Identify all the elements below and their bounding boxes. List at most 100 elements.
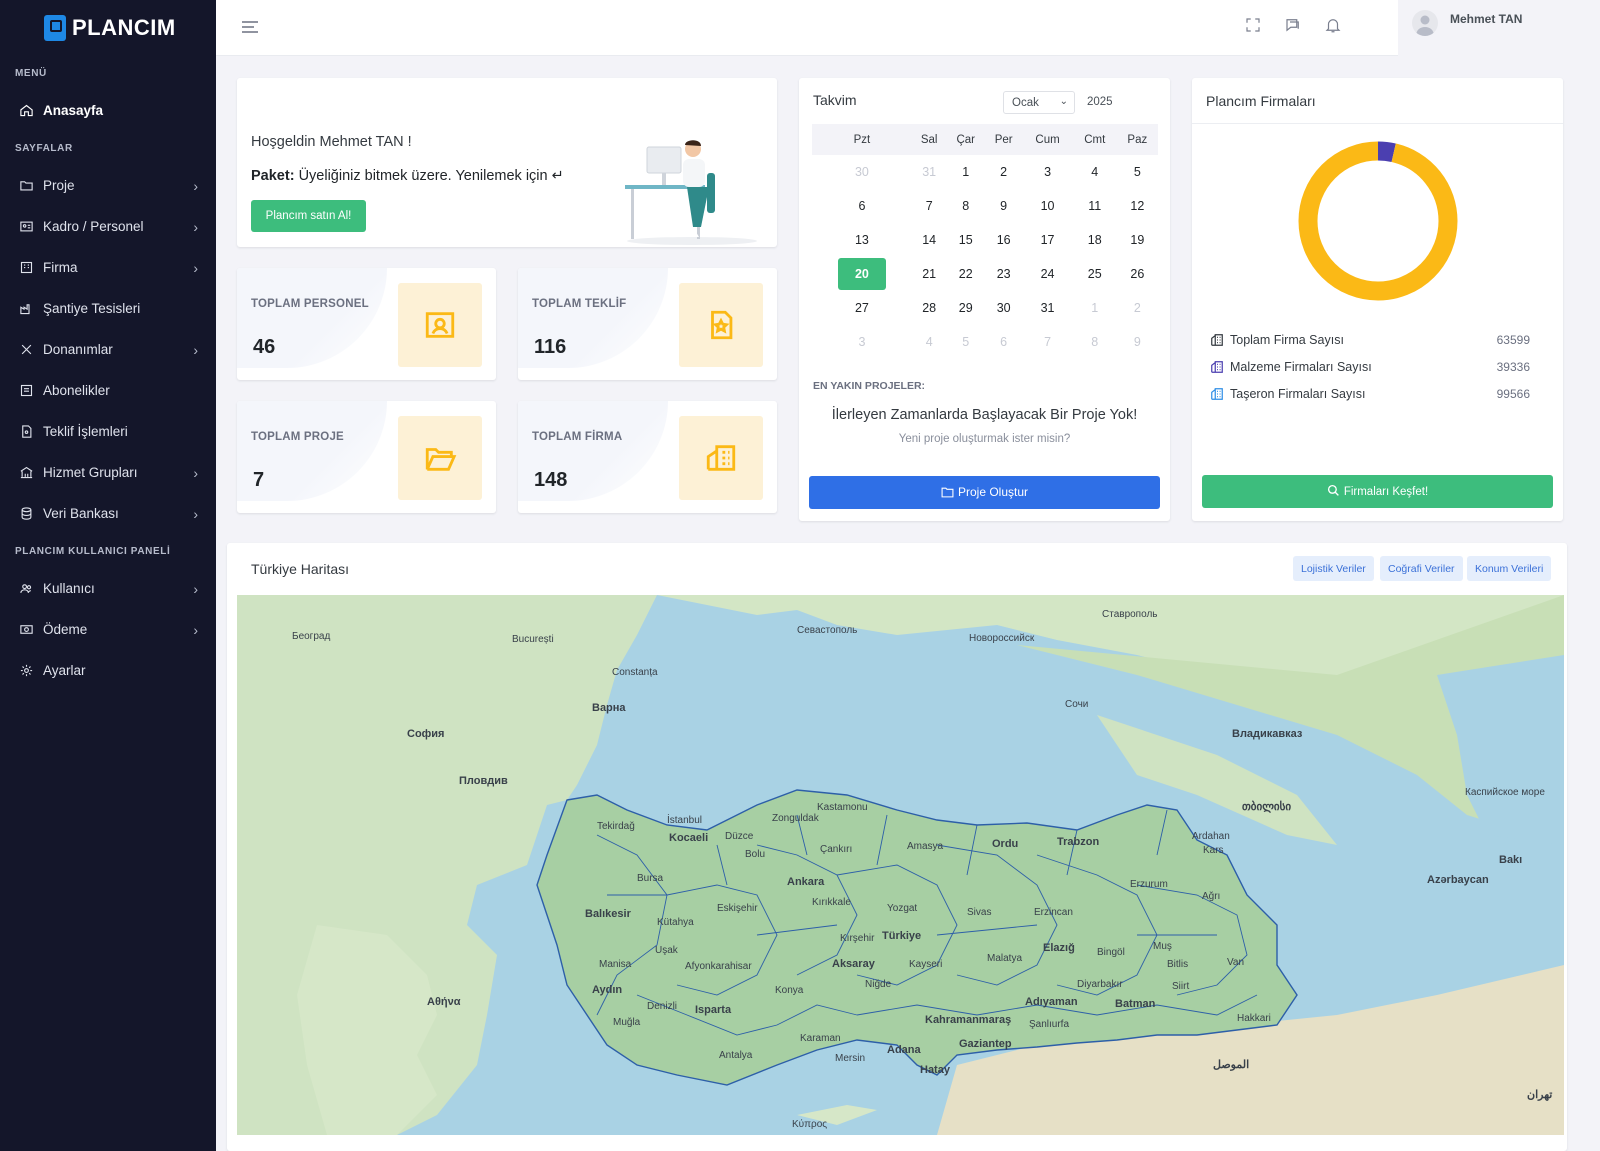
month-select[interactable]: Ocak ⌄ [1003,91,1075,114]
map-label: Van [1227,957,1244,968]
chevron-right-icon: › [193,621,198,638]
location-data-button[interactable]: Konum Verileri [1467,556,1552,581]
calendar-day[interactable]: 18 [1073,223,1117,257]
map-label: تهران [1527,1089,1552,1101]
file-icon [18,424,34,440]
calendar-day[interactable]: 4 [1073,155,1117,189]
calendar-day[interactable]: 5 [1117,155,1158,189]
map-label: الموصل [1213,1059,1249,1071]
calendar-day[interactable]: 3 [812,325,912,359]
logo-icon [44,15,66,41]
stat-label: TOPLAM PROJE [251,431,344,443]
calendar-day[interactable]: 25 [1073,257,1117,291]
chat-icon[interactable] [1284,16,1304,36]
nearest-projects-label: EN YAKIN PROJELER: [813,380,926,392]
map-label: Isparta [695,1004,732,1016]
sidebar-item-home[interactable]: Anasayfa [0,90,216,131]
stat-value: 148 [534,469,568,491]
legend-label: Taşeron Firmaları Sayısı [1230,387,1366,401]
package-text: Üyeliğiniz bitmek üzere. Yenilemek için … [298,168,564,184]
calendar-day[interactable]: 3 [1022,155,1073,189]
firms-title: Plancım Firmaları [1206,93,1316,109]
tools-icon [18,342,34,358]
sidebar-item-veri[interactable]: Veri Bankası › [0,493,216,534]
bell-icon[interactable] [1324,16,1344,36]
calendar-day[interactable]: 7 [912,189,947,223]
calendar-day[interactable]: 9 [1117,325,1158,359]
calendar-day[interactable]: 22 [946,257,985,291]
map-label: თბილისი [1242,800,1291,813]
calendar-day[interactable]: 23 [985,257,1022,291]
calendar-day[interactable]: 20 [812,257,912,291]
create-project-button[interactable]: Proje Oluştur [809,476,1160,509]
calendar-day[interactable]: 16 [985,223,1022,257]
calendar-day[interactable]: 2 [985,155,1022,189]
sidebar-item-odeme[interactable]: Ödeme › [0,609,216,650]
calendar-day[interactable]: 28 [912,291,947,325]
map-label: Muş [1153,941,1172,952]
sidebar-item-santiye[interactable]: Şantiye Tesisleri [0,288,216,329]
calendar-day[interactable]: 12 [1117,189,1158,223]
map-label: Balıkesir [585,908,632,920]
calendar-day[interactable]: 9 [985,189,1022,223]
weekday-header: Cum [1022,124,1073,155]
building-icon [18,260,34,276]
sidebar-item-abonelikler[interactable]: Abonelikler [0,370,216,411]
brand-name: PLANCIM [72,15,176,40]
calendar-week: 20 21 22 23 24 25 26 [812,257,1158,291]
brand-logo[interactable]: PLANCIM [0,0,216,56]
map-card: Türkiye Haritası Lojistik Veriler Coğraf… [227,543,1567,1151]
calendar-day[interactable]: 27 [812,291,912,325]
calendar-day[interactable]: 1 [1073,291,1117,325]
calendar-day[interactable]: 31 [912,155,947,189]
calendar-day[interactable]: 10 [1022,189,1073,223]
calendar-day[interactable]: 15 [946,223,985,257]
sidebar-item-kullanici[interactable]: Kullanıcı › [0,568,216,609]
calendar-day[interactable]: 17 [1022,223,1073,257]
calendar-day[interactable]: 21 [912,257,947,291]
donut-slice-taseron[interactable] [1298,141,1458,301]
company-building-icon [679,416,763,500]
sidebar-item-ayarlar[interactable]: Ayarlar [0,650,216,691]
turkey-map[interactable]: Београд București Constanța София Варна … [237,595,1564,1135]
calendar-day[interactable]: 4 [912,325,947,359]
calendar-day[interactable]: 29 [946,291,985,325]
calendar-day[interactable]: 1 [946,155,985,189]
explore-firms-label: Firmaları Keşfet! [1343,485,1429,498]
stat-card-teklif: TOPLAM TEKLİF 116 [518,268,777,380]
sidebar-item-teklif[interactable]: Teklif İşlemleri [0,411,216,452]
sidebar-item-firma[interactable]: Firma › [0,247,216,288]
sidebar-item-label: Hizmet Grupları [43,465,138,480]
calendar-day[interactable]: 8 [946,189,985,223]
calendar-day[interactable]: 5 [946,325,985,359]
calendar-day[interactable]: 30 [985,291,1022,325]
firms-card: Plancım Firmaları Toplam Firma Sayısı 63… [1192,78,1563,521]
buy-plancim-button[interactable]: Plancım satın Al! [251,200,366,232]
sidebar-item-hizmet[interactable]: Hizmet Grupları › [0,452,216,493]
calendar-day[interactable]: 13 [812,223,912,257]
calendar-day[interactable]: 6 [812,189,912,223]
fullscreen-icon[interactable] [1244,16,1264,36]
calendar-day[interactable]: 26 [1117,257,1158,291]
calendar-day[interactable]: 14 [912,223,947,257]
calendar-day[interactable]: 31 [1022,291,1073,325]
sidebar-item-proje[interactable]: Proje › [0,165,216,206]
calendar-day[interactable]: 7 [1022,325,1073,359]
geographic-data-button[interactable]: Coğrafi Veriler [1380,556,1463,581]
calendar-day[interactable]: 19 [1117,223,1158,257]
calendar-day[interactable]: 11 [1073,189,1117,223]
sidebar-item-donanimlar[interactable]: Donanımlar › [0,329,216,370]
calendar-day[interactable]: 24 [1022,257,1073,291]
calendar-day[interactable]: 2 [1117,291,1158,325]
user-menu[interactable]: Mehmet TAN [1398,0,1600,56]
stat-value: 116 [534,336,567,358]
logistics-data-button[interactable]: Lojistik Veriler [1293,556,1374,581]
calendar-day[interactable]: 6 [985,325,1022,359]
chevron-right-icon: › [193,580,198,597]
calendar-day[interactable]: 8 [1073,325,1117,359]
calendar-week: 13 14 15 16 17 18 19 [812,223,1158,257]
calendar-day[interactable]: 30 [812,155,912,189]
explore-firms-button[interactable]: Firmaları Keşfet! [1202,475,1553,508]
menu-toggle-icon[interactable] [240,17,260,37]
sidebar-item-kadro[interactable]: Kadro / Personel › [0,206,216,247]
